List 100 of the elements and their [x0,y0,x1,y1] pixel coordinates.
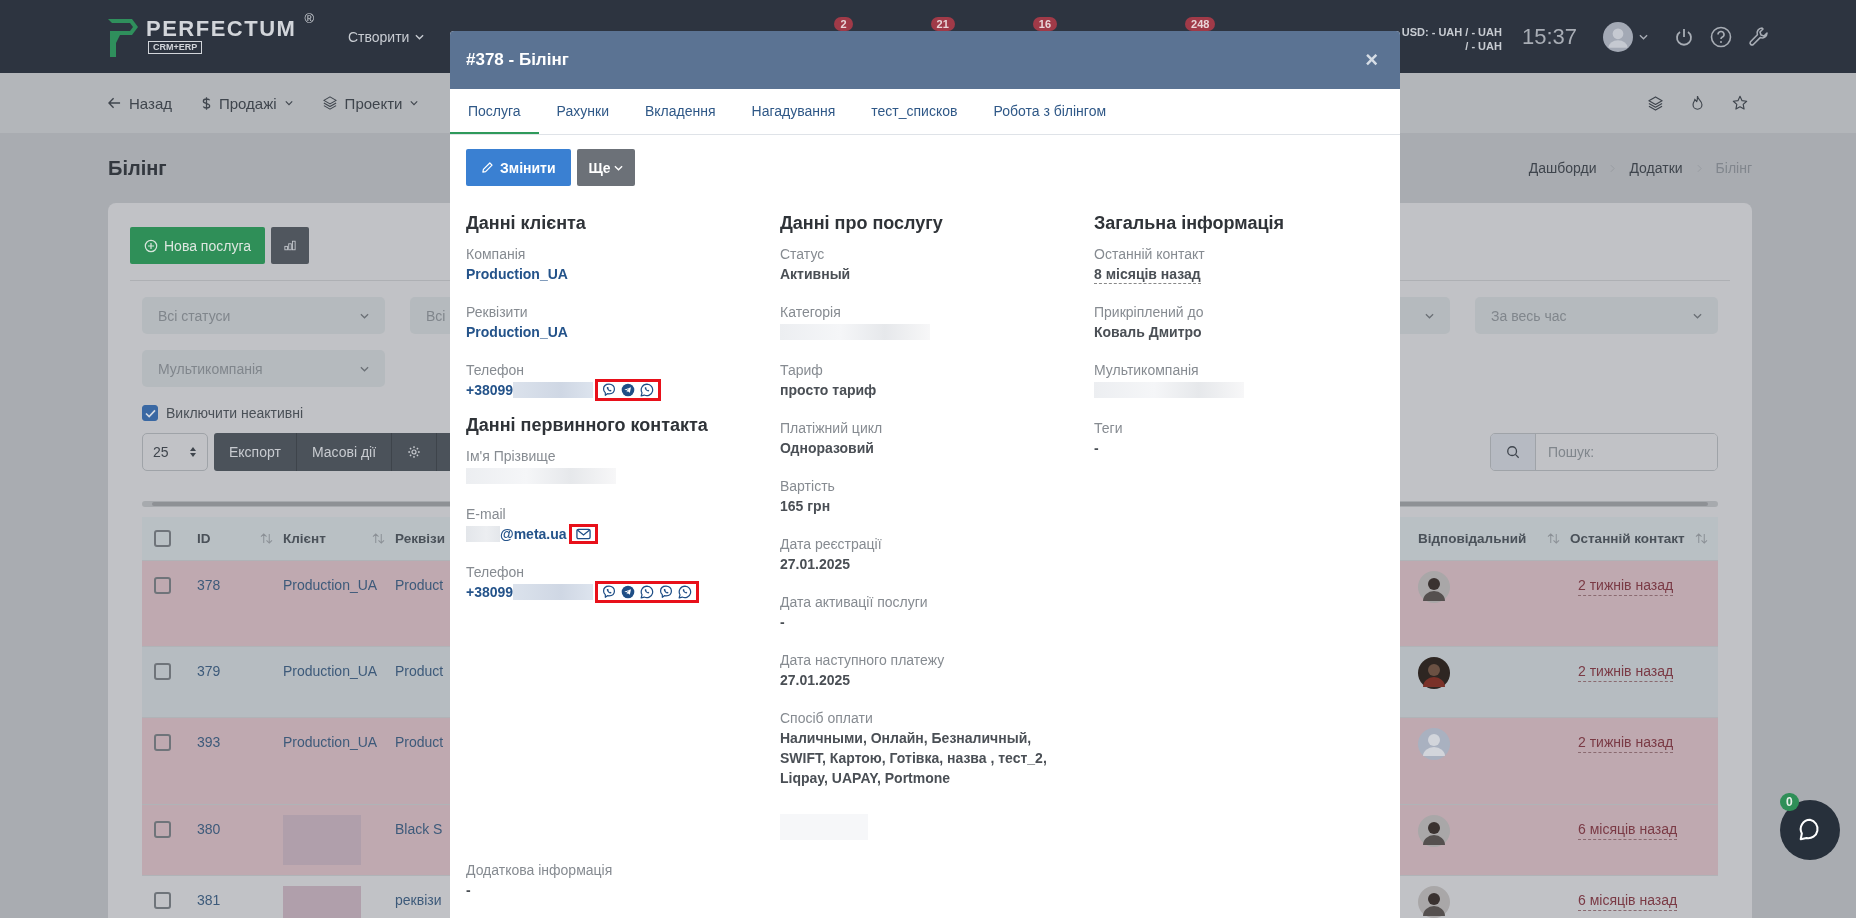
last-contact-link[interactable]: 6 місяців назад [1578,821,1678,840]
envelope-icon[interactable] [575,528,591,540]
create-menu[interactable]: Створити [348,28,425,45]
power-icon[interactable] [1674,26,1694,47]
flame-icon[interactable] [1691,95,1704,111]
help-icon[interactable] [1710,25,1732,48]
user-avatar[interactable] [1603,21,1633,52]
field-label: Телефон [466,563,525,582]
field-value: Коваль Дмитро [1094,323,1202,342]
table-cell[interactable]: Black S [395,821,443,837]
checkbox[interactable] [142,405,158,421]
table-cell[interactable]: Product [395,663,444,679]
currency-rate: USD: - UAH / - UAH [1401,25,1502,39]
arrow-left-icon [108,97,121,109]
table-cell[interactable]: Production_UA [283,663,378,679]
avatar [1418,657,1450,689]
avatar [1418,815,1450,847]
field-value[interactable]: @meta.ua [500,524,567,544]
field-value: Одноразовий [780,439,874,458]
checkbox[interactable] [154,892,171,909]
action-button[interactable]: Експорт [214,433,297,471]
checkbox[interactable] [154,821,171,838]
field-label: Спосіб оплати [780,709,873,728]
column-header[interactable]: Реквізи [395,531,445,546]
layers-icon[interactable] [1648,95,1663,111]
last-contact-link[interactable]: 2 тижнів назад [1578,734,1674,753]
column-header[interactable]: ID [197,531,211,546]
plus-circle-icon [144,238,158,253]
section-heading: Данні про послугу [780,212,943,234]
table-cell[interactable]: 380 [197,821,221,837]
last-contact-link[interactable]: 2 тижнів назад [1578,577,1674,596]
column-header[interactable]: Відповідальний [1418,531,1527,546]
pencil-icon [481,161,494,174]
tab[interactable]: Вкладення [626,89,734,134]
field-value[interactable]: Production_UA [466,264,568,284]
page-size-select[interactable]: 25 [142,433,208,471]
table-cell[interactable]: 379 [197,663,221,679]
table-cell[interactable]: Production_UA [283,734,378,750]
logo-icon [108,16,138,57]
chevron-icon [360,365,369,372]
field-label: Статус [780,245,825,264]
table-cell[interactable]: Product [395,577,444,593]
last-contact-link[interactable]: 6 місяців назад [1578,892,1678,911]
breadcrumb-link[interactable]: Додатки [1629,160,1683,176]
checkbox[interactable] [154,663,171,680]
caret-icon[interactable] [1639,33,1648,40]
table-cell[interactable]: реквізи [395,892,442,908]
star-icon[interactable] [1732,95,1748,111]
section-heading: Данні клієнта [466,212,586,234]
field-value[interactable]: Production_UA [466,322,568,342]
edit-button[interactable]: Змінити [466,149,571,186]
wrench-icon[interactable] [1748,25,1770,48]
tab[interactable]: Рахунки [538,89,627,134]
phone-bubble-icon[interactable] [602,383,617,397]
nav-link[interactable]: Проекти [322,94,419,112]
table-cell[interactable]: Product [395,734,444,750]
logo-text: PERFECTUM [146,16,297,41]
field-value[interactable]: +38099 [466,582,514,602]
table-cell[interactable]: 381 [197,892,221,908]
search-icon [1506,445,1520,459]
checkbox[interactable] [154,734,171,751]
tab[interactable]: тест_списков [853,89,976,134]
table-cell[interactable]: Production_UA [283,577,378,593]
field-label: Теги [1094,419,1123,438]
section-heading: Данні первинного контакта [466,414,708,436]
spinner-arrows-icon [189,446,197,458]
table-cell[interactable]: 378 [197,577,221,593]
nav-link[interactable]: Продажі [202,94,293,112]
new-service-button[interactable]: Нова послуга [130,227,265,264]
tab[interactable]: Послуга [450,89,539,134]
modal-title: #378 - Білінг [466,50,569,70]
caret-icon [284,100,293,106]
chevron-icon [1425,312,1434,319]
field-label: Платіжний цикл [780,419,883,438]
table-cell[interactable]: 393 [197,734,221,750]
breadcrumb-link[interactable]: Дашборди [1528,160,1597,176]
avatar [1418,886,1450,918]
tab[interactable]: Нагадування [733,89,854,134]
phone-bubble-icon[interactable] [602,585,617,599]
field-value: Активный [780,265,851,284]
checkbox[interactable] [154,577,171,594]
paper-plane-icon[interactable] [621,585,636,599]
phone-bubble-icon[interactable] [659,585,674,599]
last-contact-link[interactable]: 2 тижнів назад [1578,663,1674,682]
field-value[interactable]: +38099 [466,380,514,400]
close-button[interactable]: × [1361,49,1382,71]
nav-link[interactable]: Назад [108,94,172,112]
more-button[interactable]: Ще [576,149,635,186]
search-field[interactable]: Пошук: [1490,433,1718,471]
paper-plane-icon[interactable] [621,383,636,397]
column-header[interactable]: Останній контакт [1570,531,1685,546]
chevron-icon [360,312,369,319]
tab[interactable]: Робота з білінгом [975,89,1125,134]
column-header[interactable]: Клієнт [283,531,326,546]
field-label: Прикріплений до [1094,303,1204,322]
action-button[interactable]: Масові дії [296,433,393,471]
field-label: Реквізити [466,303,528,322]
checkbox[interactable] [154,530,171,547]
chart-button[interactable] [271,227,309,264]
layers-icon [322,96,337,110]
